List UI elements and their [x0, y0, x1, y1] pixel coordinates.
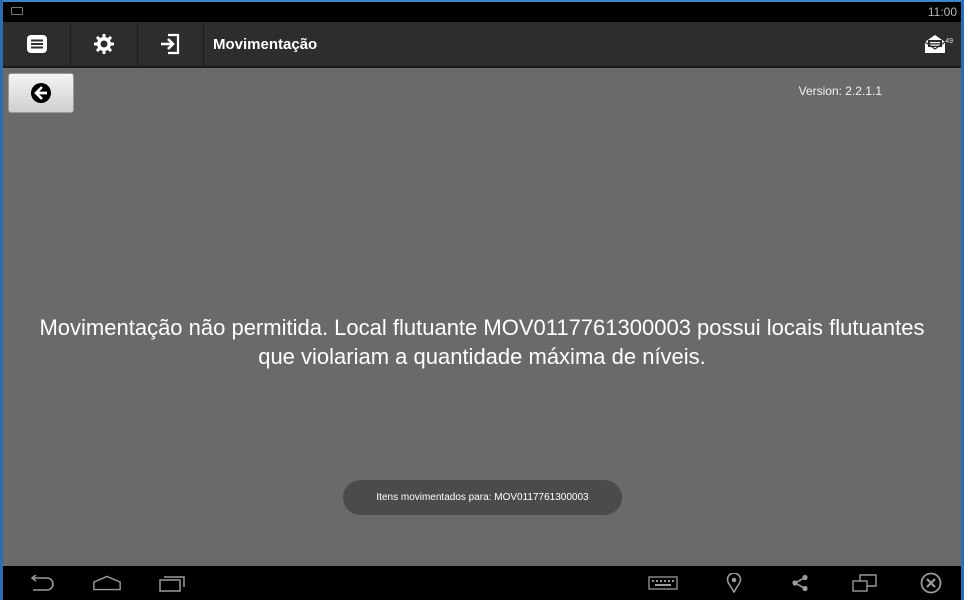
- keyboard-icon: [648, 576, 678, 590]
- action-bar: Movimentação 49: [3, 22, 961, 68]
- page-title: Movimentação: [213, 36, 318, 53]
- status-bar: 11:00: [3, 2, 961, 22]
- home-icon: [93, 575, 121, 591]
- back-button[interactable]: [8, 73, 74, 113]
- gear-icon: [93, 34, 114, 54]
- settings-button[interactable]: [70, 22, 138, 66]
- nav-back-button[interactable]: [27, 572, 57, 594]
- window-button[interactable]: [850, 572, 880, 594]
- status-clock: 11:00: [927, 5, 957, 19]
- login-button[interactable]: [137, 22, 204, 66]
- window-left-edge: [0, 0, 3, 600]
- share-icon: [792, 574, 808, 592]
- error-message: Movimentação não permitida. Local flutua…: [39, 315, 925, 369]
- nav-recent-apps-button[interactable]: [157, 572, 187, 594]
- mail-icon: [924, 35, 946, 53]
- messages-button[interactable]: 49: [915, 22, 955, 66]
- toast-notification: Itens movimentados para: MOV011776130000…: [343, 480, 622, 515]
- nav-home-button[interactable]: [92, 572, 122, 594]
- close-icon: [920, 572, 942, 594]
- menu-icon: [26, 35, 47, 53]
- keyboard-button[interactable]: [648, 572, 678, 594]
- navigation-bar: [3, 566, 961, 600]
- version-label: Version: 2.2.1.1: [798, 84, 882, 98]
- location-icon: [726, 573, 742, 593]
- keyboard-notification-icon: [11, 7, 23, 15]
- close-button[interactable]: [916, 572, 946, 594]
- share-button[interactable]: [785, 572, 815, 594]
- message-count-badge: 49: [945, 38, 953, 45]
- location-button[interactable]: [719, 572, 749, 594]
- back-icon: [30, 575, 54, 591]
- window-icon: [852, 574, 877, 592]
- menu-button[interactable]: [3, 22, 71, 66]
- back-arrow-icon: [31, 83, 51, 103]
- login-icon: [161, 33, 180, 55]
- recent-apps-icon: [159, 576, 185, 592]
